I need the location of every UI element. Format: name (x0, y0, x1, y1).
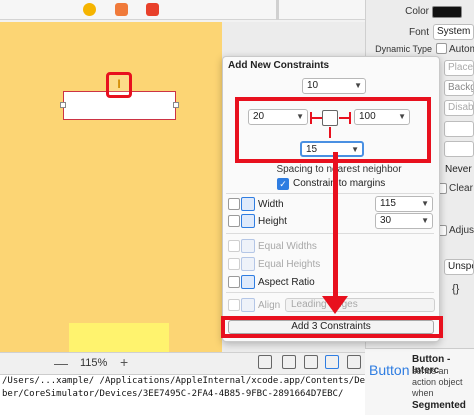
chevron-down-icon: ▼ (351, 145, 359, 154)
toolbar-divider (276, 0, 279, 20)
bottom-spacing-field[interactable]: 15 ▼ (300, 141, 364, 157)
debug-console[interactable]: /Users/...xample/ /Applications/AppleInt… (0, 374, 365, 415)
bottom-spacing-value: 15 (306, 144, 318, 155)
equal-widths-label: Equal Widths (258, 241, 317, 252)
top-spacing-field[interactable]: 10 ▼ (302, 78, 366, 94)
annotation-arrow (333, 152, 338, 300)
chevron-down-icon: ▼ (354, 81, 362, 90)
library-item-description: sends an action object when (412, 366, 463, 398)
placeholder-field[interactable]: Placeho (444, 60, 474, 76)
align-icon (241, 298, 255, 312)
chevron-down-icon: ▼ (421, 216, 429, 225)
embed-in-stack-icon[interactable] (282, 355, 296, 369)
popover-title: Add New Constraints (228, 60, 330, 71)
console-line: ber/CoreSimulator/Devices/3EE7495C-2FA4-… (2, 389, 344, 399)
disabled-field[interactable]: Disabled (444, 100, 474, 116)
color-well[interactable] (432, 6, 462, 18)
add-constraints-icon[interactable] (325, 355, 339, 369)
height-constraint-icon (241, 214, 255, 228)
divider (226, 193, 434, 194)
chevron-down-icon: ▼ (296, 112, 304, 121)
align-dropdown[interactable]: Leading Edges (285, 298, 435, 312)
adjust-label: Adjust (449, 225, 474, 236)
aspect-ratio-checkbox[interactable] (228, 276, 240, 288)
width-field[interactable]: 115 ▼ (375, 196, 433, 212)
equal-heights-checkbox[interactable] (228, 258, 240, 270)
first-responder-icon[interactable] (83, 3, 96, 16)
zoom-out-button[interactable]: — (54, 355, 68, 371)
color-label: Color (405, 6, 429, 17)
console-line: /Users/...xample/ /Applications/AppleInt… (2, 376, 365, 386)
height-value: 30 (380, 215, 392, 226)
annotation-arrowhead (322, 296, 348, 314)
ibeam-highlight: I (106, 72, 132, 98)
equal-widths-icon (241, 239, 255, 253)
height-label: Height (258, 216, 287, 227)
ibeam-icon: I (117, 77, 121, 91)
canvas-toolbar (0, 0, 365, 20)
width-label: Width (258, 199, 284, 210)
bottom-strut-icon[interactable] (329, 127, 331, 138)
equal-widths-checkbox[interactable] (228, 240, 240, 252)
capitalization-field[interactable]: Unspec (444, 259, 474, 275)
update-frames-icon[interactable] (258, 355, 272, 369)
height-checkbox[interactable] (228, 215, 240, 227)
align-label: Align (258, 300, 281, 311)
resize-handle-left[interactable] (60, 102, 66, 108)
constraint-view-square (322, 110, 338, 126)
chevron-down-icon: ▼ (421, 199, 429, 208)
width-checkbox[interactable] (228, 198, 240, 210)
clear-button-mode[interactable]: Never a (442, 163, 474, 179)
spacing-caption: Spacing to nearest neighbor (276, 164, 402, 175)
constrain-margins-label: Constrain to margins (293, 178, 386, 189)
divider (226, 233, 434, 234)
object-icon[interactable] (115, 3, 128, 16)
dynamic-type-label: Dynamic Type (375, 44, 432, 54)
chevron-down-icon: ▼ (398, 112, 406, 121)
alignment-control[interactable] (444, 121, 474, 137)
library-button-preview[interactable]: Button (369, 362, 409, 378)
trailing-spacing-value: 100 (359, 111, 376, 122)
align-icon[interactable] (304, 355, 318, 369)
equal-heights-icon (241, 257, 255, 271)
width-value: 115 (380, 198, 396, 209)
font-field[interactable]: System (433, 24, 474, 40)
width-constraint-icon (241, 197, 255, 211)
leading-spacing-value: 20 (253, 111, 265, 122)
leading-spacing-field[interactable]: 20 ▼ (248, 109, 308, 125)
library-item-name-segmented: Segmented (412, 400, 466, 411)
constrain-margins-checkbox[interactable]: ✓ (277, 178, 289, 190)
dynamic-type-checkbox[interactable] (436, 43, 447, 54)
clear-editing-label: Clear (449, 183, 473, 194)
align-checkbox[interactable] (228, 299, 240, 311)
yellow-view[interactable] (69, 323, 169, 353)
divider (226, 292, 434, 293)
braces-label: {} (452, 283, 460, 295)
resize-handle-right[interactable] (173, 102, 179, 108)
resolve-issues-icon[interactable] (347, 355, 361, 369)
add-constraints-button[interactable]: Add 3 Constraints (228, 320, 434, 334)
equal-heights-label: Equal Heights (258, 259, 321, 270)
leading-strut-cap (310, 112, 312, 124)
aspect-ratio-icon (241, 275, 255, 289)
trailing-spacing-field[interactable]: 100 ▼ (354, 109, 410, 125)
zoom-in-button[interactable]: + (120, 354, 128, 370)
zoom-level: 115% (80, 357, 108, 369)
trailing-strut-cap (349, 112, 351, 124)
aspect-ratio-label: Aspect Ratio (258, 277, 315, 288)
dynamic-type-value: Automatic (449, 44, 474, 55)
top-spacing-value: 10 (307, 80, 319, 91)
font-label: Font (408, 27, 429, 38)
exit-icon[interactable] (146, 3, 159, 16)
background-field[interactable]: Backgro (444, 80, 474, 96)
height-field[interactable]: 30 ▼ (375, 213, 433, 229)
border-style-control[interactable] (444, 141, 474, 157)
